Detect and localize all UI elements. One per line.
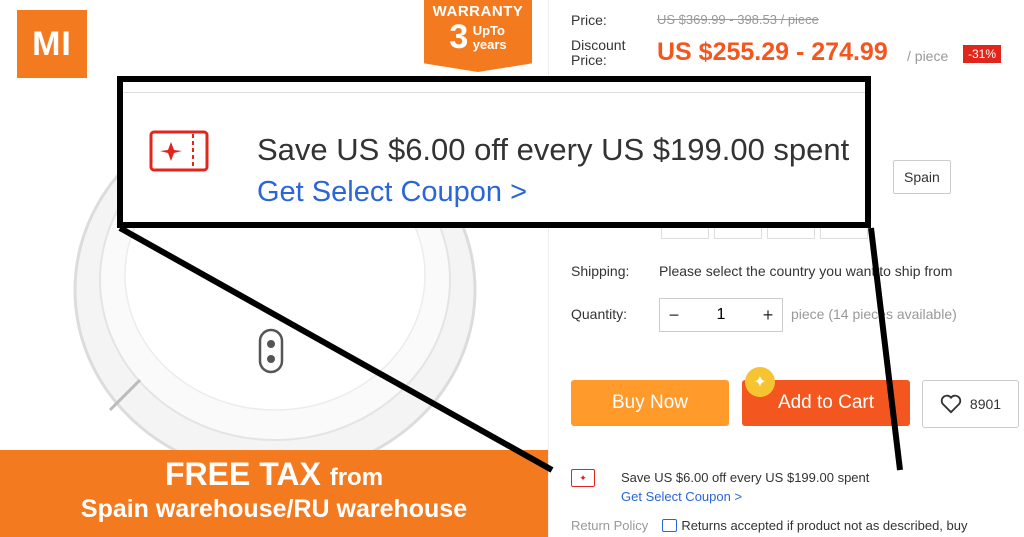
divider [123, 92, 865, 93]
get-coupon-link[interactable]: Get Select Coupon > [621, 489, 742, 504]
free-tax-banner: FREE TAX from Spain warehouse/RU warehou… [0, 450, 548, 537]
coupon-zoom-callout: Save US $6.00 off every US $199.00 spent… [117, 76, 871, 228]
quantity-stepper: − 1 + [659, 298, 783, 332]
return-policy-text: Returns accepted if product not as descr… [681, 518, 968, 533]
coin-icon: ✦ [745, 367, 775, 397]
buy-now-button[interactable]: Buy Now [571, 380, 729, 426]
quantity-availability: piece (14 pieces available) [791, 306, 957, 322]
return-policy-label: Return Policy [571, 518, 649, 533]
wishlist-count: 8901 [969, 396, 1002, 412]
coupon-icon: ✦ [571, 469, 595, 487]
coupon-text: Save US $6.00 off every US $199.00 spent [621, 470, 870, 485]
coupon-icon [149, 130, 209, 172]
mi-logo: MI [17, 10, 87, 78]
banner-title: FREE TAX from [164, 456, 384, 492]
shipping-text[interactable]: Please select the country you want to sh… [659, 263, 952, 279]
shipping-label: Shipping: [571, 263, 630, 279]
return-icon [662, 519, 678, 532]
warranty-number: 3 [449, 18, 469, 56]
price-unit: / piece [907, 48, 949, 64]
quantity-decrement-button[interactable]: − [660, 305, 688, 326]
warranty-upto: UpTo years [472, 23, 507, 52]
quantity-label: Quantity: [571, 306, 628, 322]
discount-price: US $255.29 - 274.99 [657, 38, 888, 66]
warranty-badge: WARRANTY 3 UpTo years [424, 0, 532, 72]
banner-subtitle: Spain warehouse/RU warehouse [80, 495, 468, 523]
discount-badge: -31% [963, 45, 1002, 63]
quantity-input[interactable]: 1 [688, 306, 754, 324]
quantity-increment-button[interactable]: + [754, 305, 782, 326]
original-price: US $369.99 - 398.53 / piece [657, 12, 819, 27]
price-label: Price: [571, 12, 607, 28]
wishlist-button[interactable]: 8901 [922, 380, 1019, 428]
ships-from-spain-option[interactable]: Spain [893, 160, 951, 194]
return-policy-row: Return Policy Returns accepted if product… [571, 518, 967, 533]
discount-price-label: Discount Price: [571, 37, 626, 68]
get-coupon-link-zoomed[interactable]: Get Select Coupon > [257, 176, 527, 209]
heart-icon [940, 394, 962, 414]
warranty-title: WARRANTY [432, 3, 524, 20]
coupon-text-zoomed: Save US $6.00 off every US $199.00 spent [257, 132, 850, 167]
